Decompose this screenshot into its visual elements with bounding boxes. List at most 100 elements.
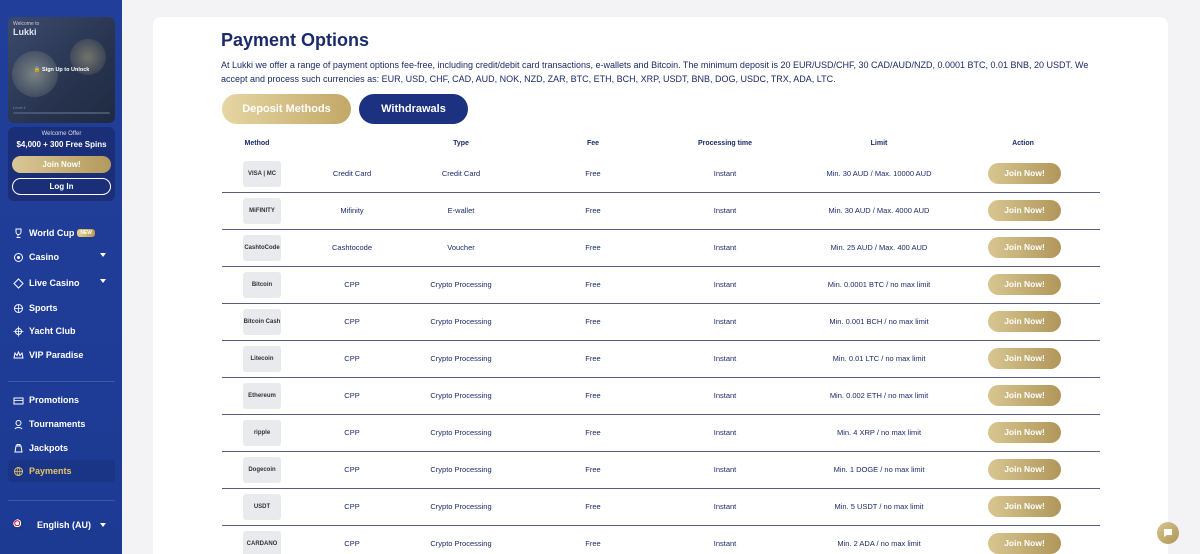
fee-cell: Free: [585, 280, 601, 289]
join-now-button[interactable]: Join Now!: [988, 422, 1061, 443]
join-now-button[interactable]: Join Now!: [988, 311, 1061, 332]
method-cell: Credit Card: [332, 169, 372, 178]
tab-deposit-methods[interactable]: Deposit Methods: [222, 94, 351, 124]
language-selector[interactable]: English (AU): [8, 514, 115, 536]
sidebar-item-tournaments[interactable]: Tournaments: [8, 413, 115, 435]
join-now-button[interactable]: Join Now!: [988, 496, 1061, 517]
join-now-button[interactable]: Join Now!: [988, 533, 1061, 554]
join-now-button[interactable]: Join Now!: [988, 237, 1061, 258]
fee-cell: Free: [585, 465, 601, 474]
payment-method-logo: Dogecoin: [243, 457, 281, 483]
table-row: Bitcoin CPP Crypto Processing Free Instant Mi…: [222, 267, 1100, 304]
limit-cell: Min. 25 AUD / Max. 400 AUD: [830, 243, 928, 252]
method-cell: CPP: [344, 428, 360, 437]
payment-method-logo: Bitcoin: [243, 272, 281, 298]
payment-method-logo: Ethereum: [243, 383, 281, 409]
column-header-limit: Limit: [870, 140, 888, 147]
sidebar-item-live-casino[interactable]: Live Casino: [8, 272, 115, 294]
sidebar-item-label: Jackpots: [29, 443, 69, 453]
language-label: English (AU): [37, 520, 91, 530]
fee-cell: Free: [585, 428, 601, 437]
sidebar-item-vip-paradise[interactable]: VIP Paradise: [8, 344, 115, 366]
payment-method-logo: VISA | MC: [243, 161, 281, 187]
processing-time-cell: Instant: [713, 354, 737, 363]
sidebar-item-jackpots[interactable]: Jackpots: [8, 437, 115, 459]
fee-cell: Free: [585, 391, 601, 400]
method-cell: CPP: [344, 539, 360, 548]
column-header-fee: Fee: [586, 140, 600, 147]
method-cell: CPP: [344, 391, 360, 400]
limit-cell: Min. 2 ADA / no max limit: [837, 539, 921, 548]
level-progress-bar: [13, 112, 110, 114]
table-row: MiFINITY Mifinity E-wallet Free Instant Min. …: [222, 193, 1100, 230]
processing-time-cell: Instant: [713, 169, 737, 178]
type-cell: Crypto Processing: [430, 354, 492, 363]
sidebar-item-label: Live Casino: [29, 278, 80, 288]
processing-time-cell: Instant: [713, 465, 737, 474]
limit-cell: Min. 1 DOGE / no max limit: [833, 465, 925, 474]
limit-cell: Min. 0.002 ETH / no max limit: [829, 391, 929, 400]
page-title: Payment Options: [221, 30, 370, 50]
sidebar-item-casino[interactable]: Casino: [8, 246, 115, 268]
processing-time-cell: Instant: [713, 206, 737, 215]
processing-time-cell: Instant: [713, 317, 737, 326]
sidebar-item-payments[interactable]: Payments: [8, 460, 115, 482]
page-description: At Lukki we offer a range of payment opt…: [221, 60, 1089, 84]
table-row: VISA | MC Credit Card Credit Card Free Insta…: [222, 156, 1100, 193]
type-cell: Crypto Processing: [430, 280, 492, 289]
chat-icon: [1164, 529, 1172, 537]
limit-cell: Min. 0.01 LTC / no max limit: [832, 354, 926, 363]
australia-flag-icon: [13, 519, 25, 531]
table-row: USDT CPP Crypto Processing Free Instant Min. …: [222, 489, 1100, 526]
join-now-button[interactable]: Join Now!: [988, 348, 1061, 369]
join-now-button[interactable]: Join Now!: [988, 385, 1061, 406]
sidebar-item-sports[interactable]: Sports: [8, 297, 115, 319]
fee-cell: Free: [585, 539, 601, 548]
limit-cell: Min. 30 AUD / Max. 4000 AUD: [828, 206, 930, 215]
payment-method-logo: Bitcoin Cash: [243, 309, 281, 335]
signup-label: Sign Up to Unlock: [42, 67, 90, 73]
join-now-button[interactable]: Join Now!: [988, 200, 1061, 221]
promo-card[interactable]: Welcome to Lukki 🔒 Sign Up to Unlock Lev…: [8, 17, 115, 123]
sidebar-item-yacht-club[interactable]: Yacht Club: [8, 320, 115, 342]
new-badge: NEW: [77, 229, 95, 237]
sidebar-item-label: Promotions: [29, 395, 80, 405]
processing-time-cell: Instant: [713, 391, 737, 400]
join-now-button[interactable]: Join Now!: [988, 163, 1061, 184]
promo-brand: Lukki: [13, 27, 37, 37]
method-cell: Cashtocode: [331, 243, 373, 252]
signup-unlock-link[interactable]: 🔒 Sign Up to Unlock: [8, 67, 115, 73]
fee-cell: Free: [585, 317, 601, 326]
sidebar-divider: [8, 500, 115, 501]
column-header-method: Method: [244, 140, 270, 147]
login-button[interactable]: Log In: [12, 178, 111, 195]
method-cell: CPP: [344, 280, 360, 289]
payment-method-logo: CashtoCode: [243, 235, 281, 261]
join-now-button[interactable]: Join Now!: [988, 459, 1061, 480]
ship-wheel-icon: [13, 326, 24, 337]
sidebar-item-label: Payments: [29, 466, 72, 476]
type-cell: Crypto Processing: [430, 391, 492, 400]
offer-amount: $4,000 + 300 Free Spins: [16, 140, 107, 149]
fee-cell: Free: [585, 502, 601, 511]
live-casino-icon: [13, 277, 24, 289]
join-now-button[interactable]: Join Now!: [12, 156, 111, 173]
type-cell: Crypto Processing: [430, 502, 492, 511]
promo-decoration: [12, 51, 58, 97]
limit-cell: Min. 0.0001 BTC / no max limit: [827, 280, 931, 289]
sidebar: Welcome to Lukki 🔒 Sign Up to Unlock Lev…: [0, 0, 122, 554]
live-chat-button[interactable]: [1157, 522, 1179, 544]
fee-cell: Free: [585, 243, 601, 252]
casino-chip-icon: [13, 252, 24, 263]
tab-withdrawals[interactable]: Withdrawals: [359, 94, 468, 124]
sidebar-item-label: Yacht Club: [29, 326, 76, 336]
sidebar-item-world-cup[interactable]: World Cup NEW: [8, 222, 115, 244]
processing-time-cell: Instant: [713, 243, 737, 252]
limit-cell: Min. 5 USDT / no max limit: [834, 502, 924, 511]
payment-options-panel: Payment Options At Lukki we offer a rang…: [153, 17, 1168, 554]
table-row: Ethereum CPP Crypto Processing Free Instant M…: [222, 378, 1100, 415]
join-now-button[interactable]: Join Now!: [988, 274, 1061, 295]
method-cell: Mifinity: [340, 206, 364, 215]
type-cell: Credit Card: [441, 169, 481, 178]
sidebar-item-promotions[interactable]: Promotions: [8, 389, 115, 411]
